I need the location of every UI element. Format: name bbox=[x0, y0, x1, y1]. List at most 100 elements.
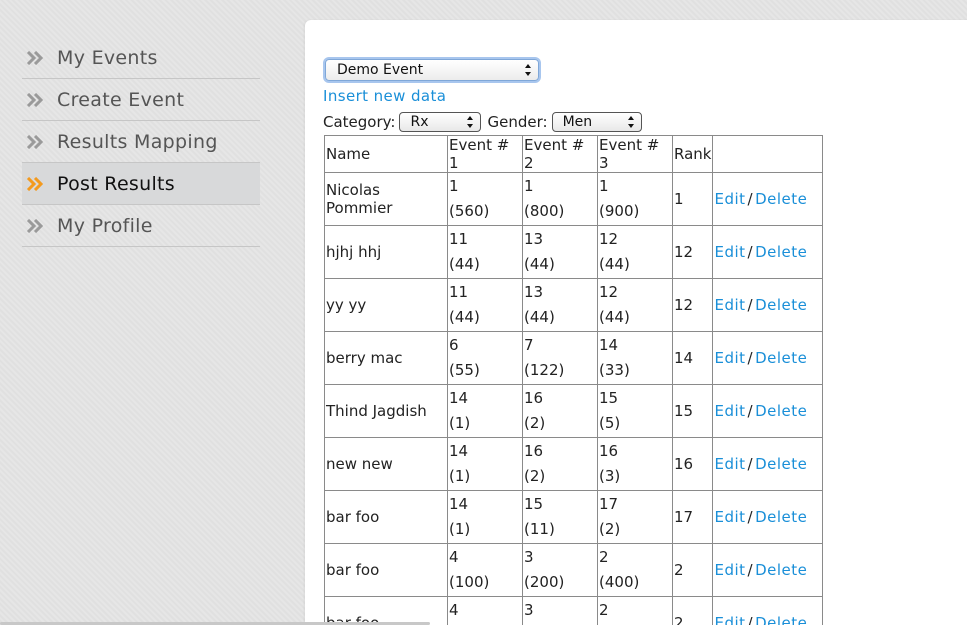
cell-rank: 12 bbox=[671, 278, 714, 332]
event-place: 11 bbox=[449, 230, 469, 248]
gender-select[interactable]: Men bbox=[551, 112, 642, 132]
event-place: 3 bbox=[524, 601, 534, 619]
cell-rank: 12 bbox=[671, 225, 714, 279]
event-place: 11 bbox=[449, 283, 469, 301]
cell-event-3: 1 (900) bbox=[597, 172, 673, 226]
sidebar-item-results-mapping[interactable]: Results Mapping bbox=[22, 121, 260, 163]
edit-link[interactable]: Edit bbox=[714, 614, 745, 625]
action-separator: / bbox=[747, 296, 754, 314]
edit-link[interactable]: Edit bbox=[714, 402, 745, 420]
cell-rank: 14 bbox=[671, 331, 714, 385]
cell-name: Thind Jagdish bbox=[324, 384, 448, 438]
event-place: 16 bbox=[599, 442, 619, 460]
table-row: bar foo4(100)3(200)2(400)2Edit/Delete bbox=[324, 596, 824, 625]
event-score: (1) bbox=[449, 467, 471, 485]
delete-link[interactable]: Delete bbox=[755, 561, 807, 579]
event-score: (560) bbox=[449, 202, 490, 220]
delete-link[interactable]: Delete bbox=[755, 296, 807, 314]
category-select[interactable]: Rx bbox=[399, 112, 482, 132]
edit-link[interactable]: Edit bbox=[714, 349, 745, 367]
event-score: (900) bbox=[599, 202, 640, 220]
action-separator: / bbox=[747, 614, 754, 625]
table-row: new new 14 (1) 16 (2) 16 (3) 16 Edit / Delete bbox=[324, 437, 824, 491]
header-event-1: Event # 1 bbox=[447, 135, 523, 173]
double-chevron-right-icon bbox=[26, 134, 50, 149]
cell-name: new new bbox=[324, 437, 448, 491]
cell-event-1: 11 (44) bbox=[447, 278, 523, 332]
delete-link[interactable]: Delete bbox=[755, 349, 807, 367]
event-score: (1) bbox=[449, 520, 471, 538]
event-score: (44) bbox=[524, 255, 555, 273]
event-place: 14 bbox=[449, 442, 469, 460]
cell-event-3: 15 (5) bbox=[597, 384, 673, 438]
delete-link[interactable]: Delete bbox=[755, 455, 807, 473]
double-chevron-right-icon bbox=[26, 176, 50, 191]
delete-link[interactable]: Delete bbox=[755, 508, 807, 526]
cell-actions: Edit / Delete bbox=[712, 543, 824, 597]
event-score: (11) bbox=[524, 520, 555, 538]
cell-name: Nicolas Pommier bbox=[324, 172, 448, 226]
event-score: (55) bbox=[449, 361, 480, 379]
cell-actions: Edit / Delete bbox=[712, 278, 824, 332]
event-score: (44) bbox=[599, 308, 630, 326]
event-place: 4 bbox=[449, 548, 459, 566]
cell-event-2: 16 (2) bbox=[522, 384, 598, 438]
delete-link[interactable]: Delete bbox=[755, 190, 807, 208]
table-row: Thind Jagdish 14 (1) 16 (2) 15 (5) 15 Edit / Delet… bbox=[324, 384, 824, 438]
cell-actions: Edit / Delete bbox=[712, 437, 824, 491]
sidebar-item-my-events[interactable]: My Events bbox=[22, 37, 260, 79]
cell-actions: Edit / Delete bbox=[712, 596, 824, 625]
sidebar-item-create-event[interactable]: Create Event bbox=[22, 79, 260, 121]
cell-event-1: 14 (1) bbox=[447, 490, 523, 544]
cell-event-2: 3 (200) bbox=[522, 543, 598, 597]
event-select-value: Demo Event bbox=[337, 62, 424, 78]
event-place: 4 bbox=[449, 601, 459, 619]
cell-name: bar foo bbox=[324, 596, 448, 625]
cell-event-2: 13 (44) bbox=[522, 225, 598, 279]
cell-event-2: 13 (44) bbox=[522, 278, 598, 332]
event-place: 7 bbox=[524, 336, 534, 354]
select-arrows-icon bbox=[466, 115, 474, 129]
edit-link[interactable]: Edit bbox=[714, 455, 745, 473]
edit-link[interactable]: Edit bbox=[714, 243, 745, 261]
cell-event-2: 7 (122) bbox=[522, 331, 598, 385]
cell-event-1: 11 (44) bbox=[447, 225, 523, 279]
event-score: (2) bbox=[524, 467, 546, 485]
event-select[interactable]: Demo Event bbox=[325, 59, 539, 81]
cell-name: hjhj hhj bbox=[324, 225, 448, 279]
action-separator: / bbox=[747, 508, 754, 526]
double-chevron-right-icon bbox=[26, 50, 50, 65]
delete-link[interactable]: Delete bbox=[755, 614, 807, 625]
edit-link[interactable]: Edit bbox=[714, 508, 745, 526]
edit-link[interactable]: Edit bbox=[714, 190, 745, 208]
cell-rank: 2 bbox=[671, 596, 714, 625]
table-row: bar foo4(100)3(200)2(400)2Edit/Delete bbox=[324, 543, 824, 597]
gender-select-value: Men bbox=[562, 114, 593, 130]
edit-link[interactable]: Edit bbox=[714, 296, 745, 314]
cell-name: bar foo bbox=[324, 490, 448, 544]
event-place: 6 bbox=[449, 336, 459, 354]
sidebar-item-my-profile[interactable]: My Profile bbox=[22, 205, 260, 247]
event-place: 1 bbox=[524, 177, 534, 195]
event-score: (44) bbox=[449, 255, 480, 273]
cell-event-3: 2(400) bbox=[597, 596, 673, 625]
event-score: (1) bbox=[449, 414, 471, 432]
cell-name: berry mac bbox=[324, 331, 448, 385]
sidebar-item-post-results[interactable]: Post Results bbox=[22, 163, 260, 205]
event-score: (800) bbox=[524, 202, 565, 220]
edit-link[interactable]: Edit bbox=[714, 561, 745, 579]
table-header-row: Name Event # 1 Event # 2 Event # 3 Rank bbox=[324, 135, 824, 173]
cell-rank: 15 bbox=[671, 384, 714, 438]
action-separator: / bbox=[747, 190, 754, 208]
insert-new-data-link[interactable]: Insert new data bbox=[323, 87, 446, 105]
delete-link[interactable]: Delete bbox=[755, 243, 807, 261]
event-place: 3 bbox=[524, 548, 534, 566]
event-score: (44) bbox=[449, 308, 480, 326]
event-place: 1 bbox=[599, 177, 609, 195]
event-place: 2 bbox=[599, 601, 609, 619]
category-label: Category: bbox=[323, 113, 396, 131]
delete-link[interactable]: Delete bbox=[755, 402, 807, 420]
cell-event-3: 12 (44) bbox=[597, 225, 673, 279]
cell-event-3: 12 (44) bbox=[597, 278, 673, 332]
category-select-value: Rx bbox=[410, 114, 429, 130]
